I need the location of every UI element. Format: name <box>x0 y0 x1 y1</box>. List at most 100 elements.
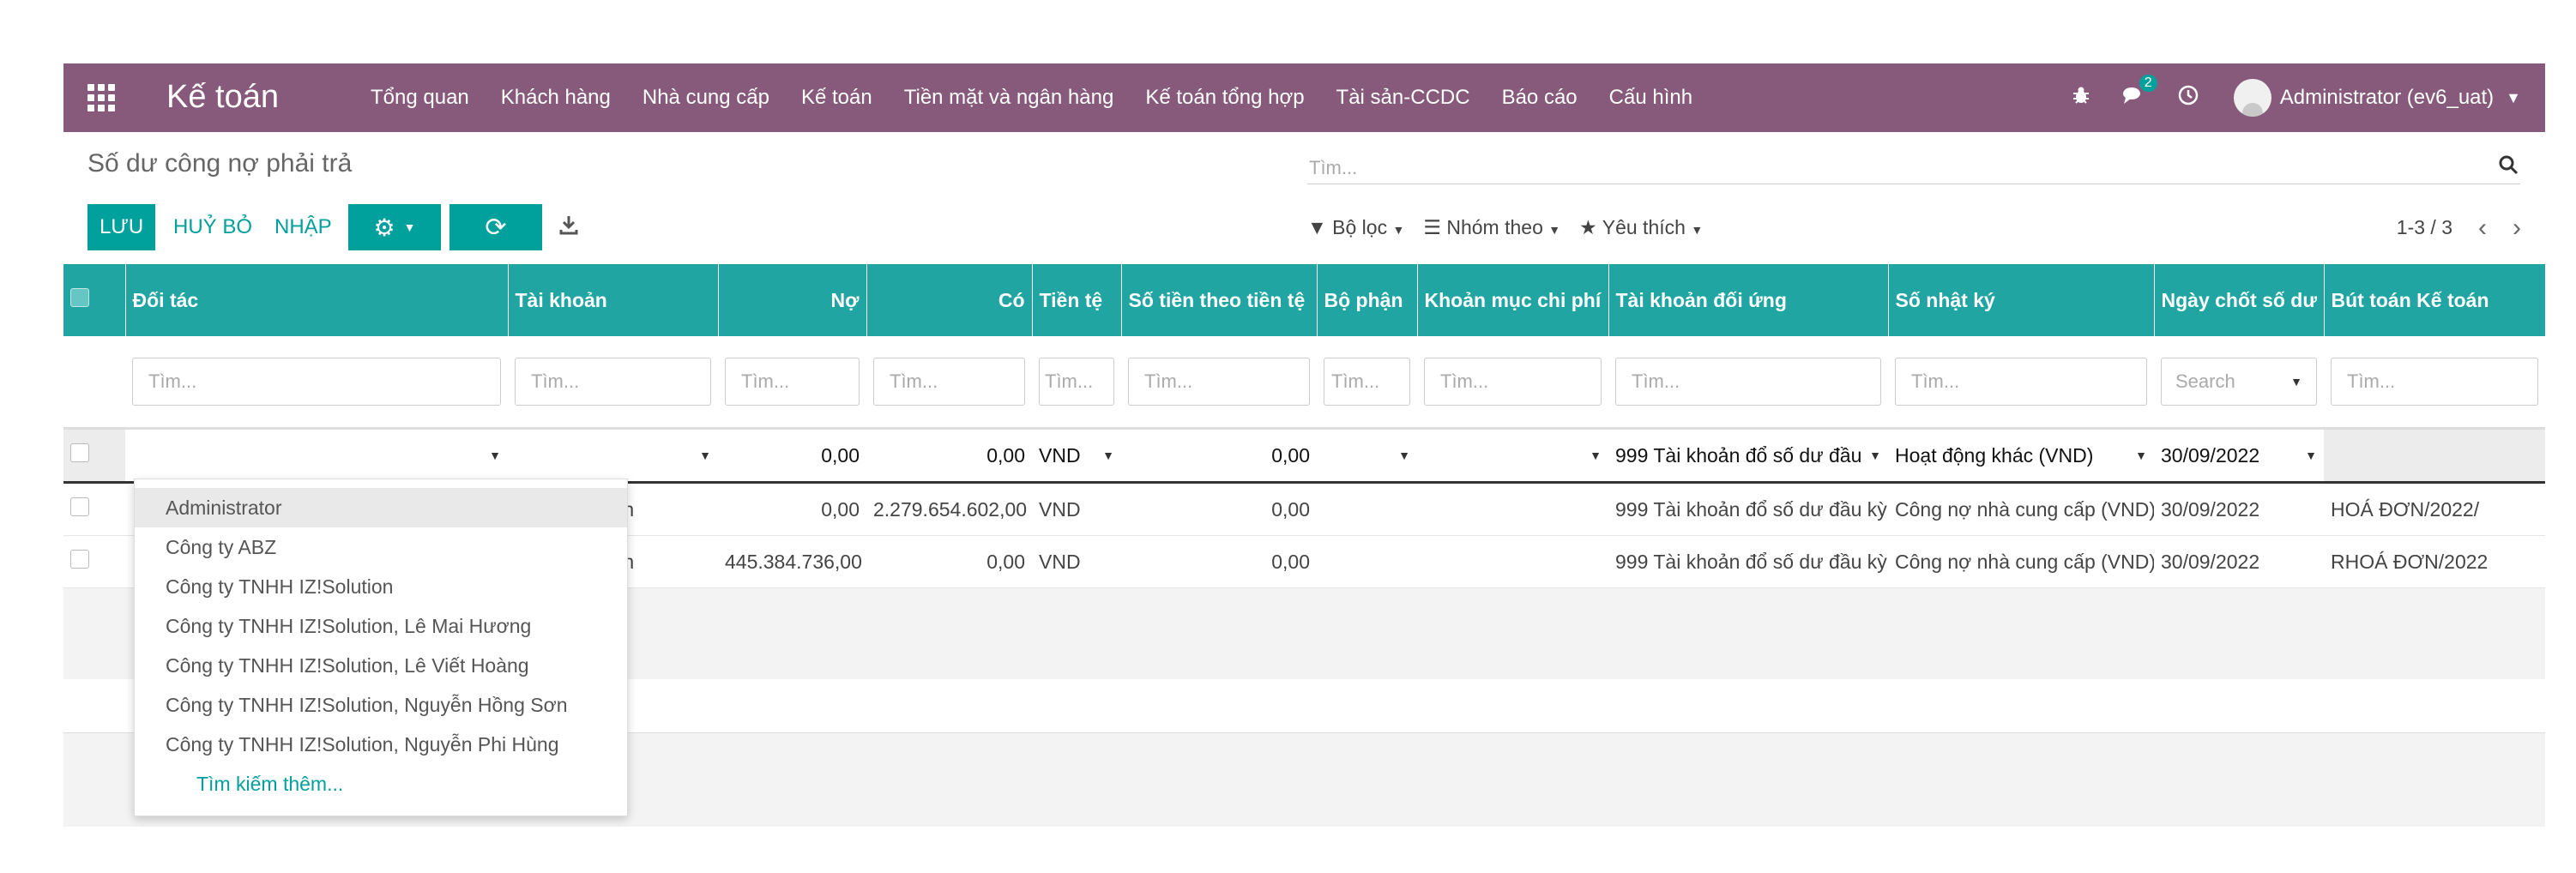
menu-item-customers[interactable]: Khách hàng <box>501 86 611 110</box>
filter-select-placeholder: Search <box>2175 370 2235 392</box>
dropdown-option[interactable]: Công ty TNHH IZ!Solution, Nguyễn Phi Hùn… <box>135 725 627 764</box>
bug-icon[interactable] <box>2071 85 2091 111</box>
row-checkbox[interactable] <box>63 535 125 588</box>
filter-input-expense-item[interactable] <box>1424 358 1602 406</box>
caret-down-icon: ▼ <box>699 449 711 462</box>
download-icon[interactable] <box>559 214 578 241</box>
column-header-department[interactable]: Bộ phận <box>1317 264 1418 336</box>
chevron-down-icon[interactable]: ▼ <box>2506 89 2521 107</box>
filter-input-journal[interactable] <box>1895 358 2147 406</box>
select-all-checkbox[interactable] <box>63 264 126 336</box>
clock-icon[interactable] <box>2177 84 2199 112</box>
filter-label: Bộ lọc <box>1332 216 1388 238</box>
edit-date-field[interactable]: 30/09/2022 ▼ <box>2154 428 2324 484</box>
cell-credit: 2.279.654.602,00 <box>866 482 1032 536</box>
filter-select-date[interactable]: Search ▼ <box>2161 358 2317 406</box>
filter-input-credit[interactable] <box>873 358 1025 406</box>
groupby-menu-button[interactable]: ☰ Nhóm theo ▼ <box>1423 216 1560 239</box>
filter-input-partner[interactable] <box>132 358 501 406</box>
filter-input-debit[interactable] <box>725 358 860 406</box>
cell-amount-currency: 0,00 <box>1121 535 1317 588</box>
app-title[interactable]: Kế toán <box>166 75 279 118</box>
search-input[interactable] <box>1307 153 2469 184</box>
menu-item-configuration[interactable]: Cấu hình <box>1609 86 1692 110</box>
dropdown-option[interactable]: Công ty TNHH IZ!Solution, Nguyễn Hồng Sơ… <box>135 685 627 725</box>
edit-account-field[interactable]: ▼ <box>508 428 718 484</box>
filter-input-amount-currency[interactable] <box>1128 358 1310 406</box>
edit-journal-field[interactable]: Hoạt động khác (VND) ▼ <box>1888 428 2154 484</box>
search-icon[interactable] <box>2498 154 2519 175</box>
dropdown-option[interactable]: Administrator <box>135 488 627 527</box>
edit-partner-field[interactable]: ▼ <box>125 428 508 484</box>
dropdown-option[interactable]: Công ty TNHH IZ!Solution <box>135 567 627 606</box>
column-header-journal[interactable]: Số nhật ký <box>1888 264 2155 336</box>
caret-down-icon: ▼ <box>1548 223 1561 237</box>
edit-expense-item-field[interactable]: ▼ <box>1417 428 1608 484</box>
column-header-expense-item[interactable]: Khoản mục chi phí <box>1417 264 1609 336</box>
column-header-amount-currency[interactable]: Số tiền theo tiền tệ <box>1121 264 1318 336</box>
refresh-button[interactable]: ⟳ <box>449 204 542 250</box>
favorites-menu-button[interactable]: ★ Yêu thích ▼ <box>1579 216 1703 239</box>
breadcrumb: Số dư công nợ phải trả <box>87 149 353 178</box>
filter-menu-button[interactable]: ▼ Bộ lọc ▼ <box>1307 216 1404 239</box>
row-checkbox[interactable] <box>63 428 125 484</box>
dropdown-option[interactable]: Công ty ABZ <box>135 527 627 567</box>
menu-item-general-ledger[interactable]: Kế toán tổng hợp <box>1145 86 1304 110</box>
edit-currency-field[interactable]: VND ▼ <box>1032 428 1121 484</box>
refresh-icon: ⟳ <box>485 213 507 242</box>
filter-input-department[interactable] <box>1324 358 1410 406</box>
filter-cell <box>2324 336 2545 430</box>
column-header-account[interactable]: Tài khoản <box>508 264 719 336</box>
column-header-date[interactable]: Ngày chốt số dư <box>2154 264 2325 336</box>
cell-currency: VND <box>1032 535 1121 588</box>
row-checkbox[interactable] <box>63 482 125 536</box>
column-header-debit[interactable]: Nợ <box>718 264 867 336</box>
edit-currency-value: VND <box>1039 443 1081 467</box>
edit-credit-field[interactable]: 0,00 <box>866 428 1032 484</box>
caret-down-icon: ▼ <box>2290 375 2302 388</box>
menu-item-accounting[interactable]: Kế toán <box>801 86 872 110</box>
filter-cell <box>866 336 1032 430</box>
save-button[interactable]: LƯU <box>87 204 156 250</box>
edit-counterpart-account-field[interactable]: 999 Tài khoản đổ số dư đầu ▼ <box>1608 428 1888 484</box>
cell-journal: Công nợ nhà cung cấp (VND) <box>1888 535 2154 588</box>
menu-item-cash-bank[interactable]: Tiền mặt và ngân hàng <box>904 86 1114 110</box>
chat-icon[interactable]: 2 <box>2122 74 2157 111</box>
filter-input-account[interactable] <box>515 358 711 406</box>
edit-debit-field[interactable]: 0,00 <box>718 428 866 484</box>
apps-icon[interactable] <box>87 84 115 111</box>
filter-input-move[interactable] <box>2331 358 2538 406</box>
caret-down-icon: ▼ <box>1392 223 1405 237</box>
dropdown-option[interactable]: Công ty TNHH IZ!Solution, Lê Mai Hương <box>135 606 627 646</box>
pager-value[interactable]: 1-3 / 3 <box>2397 216 2452 239</box>
edit-department-field[interactable]: ▼ <box>1317 428 1417 484</box>
column-header-counterpart-account[interactable]: Tài khoản đối ứng <box>1608 264 1889 336</box>
action-gear-button[interactable]: ⚙ ▼ <box>348 204 441 250</box>
search-options: ▼ Bộ lọc ▼ ☰ Nhóm theo ▼ ★ Yêu thích ▼ <box>1307 216 1722 239</box>
filter-input-currency[interactable] <box>1039 358 1114 406</box>
menu-item-overview[interactable]: Tổng quan <box>371 86 469 110</box>
discard-button[interactable]: HUỶ BỎ <box>173 204 252 250</box>
caret-down-icon: ▼ <box>1590 449 1602 462</box>
dropdown-option[interactable]: Công ty TNHH IZ!Solution, Lê Viết Hoàng <box>135 646 627 685</box>
list-icon: ☰ <box>1423 216 1441 238</box>
filter-input-counterpart-account[interactable] <box>1615 358 1881 406</box>
chevron-right-icon[interactable]: › <box>2513 214 2521 240</box>
user-avatar[interactable] <box>2233 79 2271 117</box>
import-button[interactable]: NHẬP <box>274 204 332 250</box>
filter-cell: Search ▼ <box>2154 336 2324 430</box>
column-header-move[interactable]: Bút toán Kế toán <box>2324 264 2545 336</box>
caret-down-icon: ▼ <box>1869 449 1881 462</box>
chevron-left-icon[interactable]: ‹ <box>2478 214 2487 240</box>
menu-item-assets[interactable]: Tài sản-CCDC <box>1336 86 1470 110</box>
menu-item-reports[interactable]: Báo cáo <box>1502 86 1578 110</box>
partner-autocomplete-dropdown: Administrator Công ty ABZ Công ty TNHH I… <box>134 479 628 816</box>
search-more-link[interactable]: Tìm kiếm thêm... <box>135 764 627 804</box>
table-header-row: Đối tác Tài khoản Nợ Có Tiền tệ Số tiền … <box>63 264 2545 336</box>
column-header-currency[interactable]: Tiền tệ <box>1032 264 1122 336</box>
menu-item-vendors[interactable]: Nhà cung cấp <box>642 86 769 110</box>
edit-amount-currency-field[interactable]: 0,00 <box>1121 428 1317 484</box>
column-header-partner[interactable]: Đối tác <box>125 264 509 336</box>
column-header-credit[interactable]: Có <box>866 264 1033 336</box>
user-name[interactable]: Administrator (ev6_uat) <box>2280 86 2494 110</box>
